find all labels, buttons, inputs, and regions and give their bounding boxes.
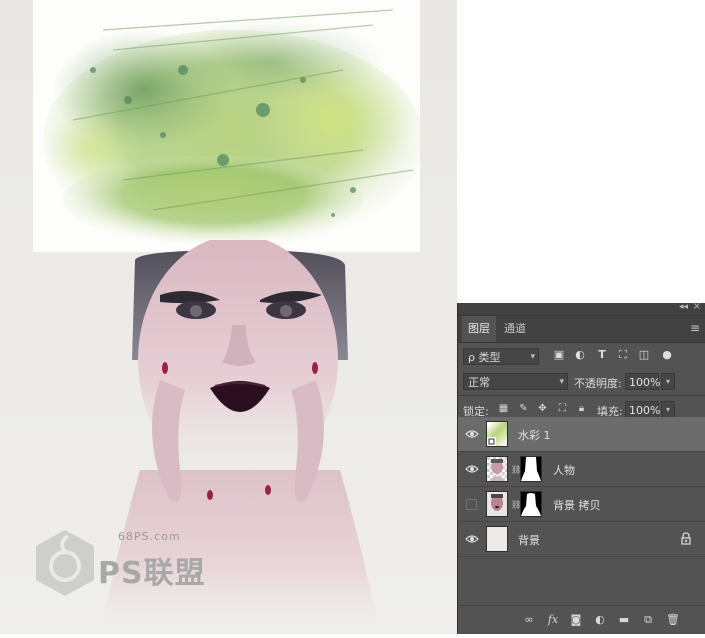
eye-icon[interactable]	[465, 428, 479, 440]
document-canvas[interactable]: 68PS.com PS联盟 ◂◂ × 图层 通道 ≡ ρ 类型 ▾ ▣ ◐ T …	[0, 0, 705, 634]
chain-link-icon[interactable]: ⛓	[511, 465, 521, 474]
chain-link-icon[interactable]: ⛓	[511, 500, 521, 509]
lock-icon	[681, 532, 691, 545]
tab-channels[interactable]: 通道	[498, 316, 532, 342]
watermark-site: 68PS.com	[118, 530, 181, 543]
adjustment-layer-icon[interactable]: ◐	[593, 613, 607, 627]
tab-layers[interactable]: 图层	[462, 316, 496, 342]
lock-all-icon[interactable]: 🔒︎	[576, 403, 587, 414]
new-group-folder-icon[interactable]: ▬	[617, 613, 631, 627]
layer-mask-thumbnail[interactable]	[520, 491, 542, 517]
blend-row: 正常 ▾ 不透明度: 100% ▾	[458, 369, 705, 395]
chevron-down-icon: ▾	[559, 377, 564, 387]
filter-row: ρ 类型 ▾ ▣ ◐ T ⛶ ◫ ●	[458, 343, 705, 369]
opacity-dropdown-icon[interactable]: ▾	[661, 373, 675, 390]
filter-toggle-icon[interactable]: ●	[661, 349, 673, 361]
panel-menu-icon[interactable]: ≡	[690, 321, 700, 335]
blend-mode-select[interactable]: 正常 ▾	[463, 373, 568, 390]
layer-row-background-copy[interactable]: ⛓ 背景 拷贝	[458, 487, 705, 522]
lock-transparent-icon[interactable]: ▦	[498, 403, 509, 414]
filter-type-icon[interactable]: T	[596, 349, 608, 361]
blend-mode-value: 正常	[468, 376, 490, 389]
layer-row-background[interactable]: 背景	[458, 522, 705, 557]
fill-field[interactable]: 100%	[625, 401, 660, 418]
filter-type-label: ρ 类型	[468, 351, 501, 364]
filter-type-select[interactable]: ρ 类型 ▾	[463, 348, 539, 365]
layer-row-watercolor[interactable]: 水彩 1	[458, 417, 705, 452]
filter-pixel-icon[interactable]: ▣	[553, 349, 565, 361]
layer-name[interactable]: 人物	[553, 462, 575, 478]
layer-thumbnail[interactable]	[486, 421, 508, 447]
filter-shape-icon[interactable]: ⛶	[617, 349, 629, 361]
filter-adjustment-icon[interactable]: ◐	[574, 349, 586, 361]
close-icon[interactable]: ×	[693, 301, 701, 312]
layer-thumbnail[interactable]	[486, 456, 508, 482]
smart-object-icon	[487, 437, 496, 446]
layer-name[interactable]: 水彩 1	[518, 427, 551, 443]
lock-position-icon[interactable]: ✥	[537, 403, 548, 414]
layer-name[interactable]: 背景 拷贝	[553, 497, 601, 513]
chevron-down-icon: ▾	[530, 352, 535, 362]
layer-list: 水彩 1 ⛓ 人物 ⛓ 背景 拷贝 背景	[458, 417, 705, 557]
fill-dropdown-icon[interactable]: ▾	[661, 401, 675, 418]
eye-icon[interactable]	[465, 463, 479, 475]
collapse-icon[interactable]: ◂◂	[679, 302, 688, 312]
eye-icon[interactable]	[465, 533, 479, 545]
watercolor-artwork	[33, 0, 420, 252]
layer-name[interactable]: 背景	[518, 532, 540, 548]
fx-icon[interactable]: fx	[546, 613, 560, 627]
layers-panel: ◂◂ × 图层 通道 ≡ ρ 类型 ▾ ▣ ◐ T ⛶ ◫ ● 正常 ▾ 不透明…	[457, 301, 705, 634]
lock-artboard-icon[interactable]: ⛶	[557, 403, 568, 414]
panel-tabs: 图层 通道 ≡	[458, 316, 705, 343]
watermark-brand: PS联盟	[98, 556, 206, 591]
opacity-label: 不透明度:	[574, 377, 622, 390]
trash-icon[interactable]: 🗑︎	[666, 613, 680, 627]
opacity-field[interactable]: 100%	[625, 373, 660, 390]
panel-title-bar[interactable]: ◂◂ ×	[458, 301, 705, 316]
layer-row-person[interactable]: ⛓ 人物	[458, 452, 705, 487]
layer-thumbnail[interactable]	[486, 491, 508, 517]
lock-paint-icon[interactable]: ✎	[518, 403, 529, 414]
filter-smart-object-icon[interactable]: ◫	[638, 349, 650, 361]
new-layer-icon[interactable]: ⧉	[641, 613, 655, 627]
visibility-toggle[interactable]	[466, 499, 477, 510]
layers-toolbar: ∞ fx ◙ ◐ ▬ ⧉ 🗑︎	[458, 605, 705, 634]
layer-thumbnail[interactable]	[486, 526, 508, 552]
layer-mask-thumbnail[interactable]	[520, 456, 542, 482]
link-layers-icon[interactable]: ∞	[522, 613, 536, 627]
add-mask-icon[interactable]: ◙	[569, 613, 583, 627]
